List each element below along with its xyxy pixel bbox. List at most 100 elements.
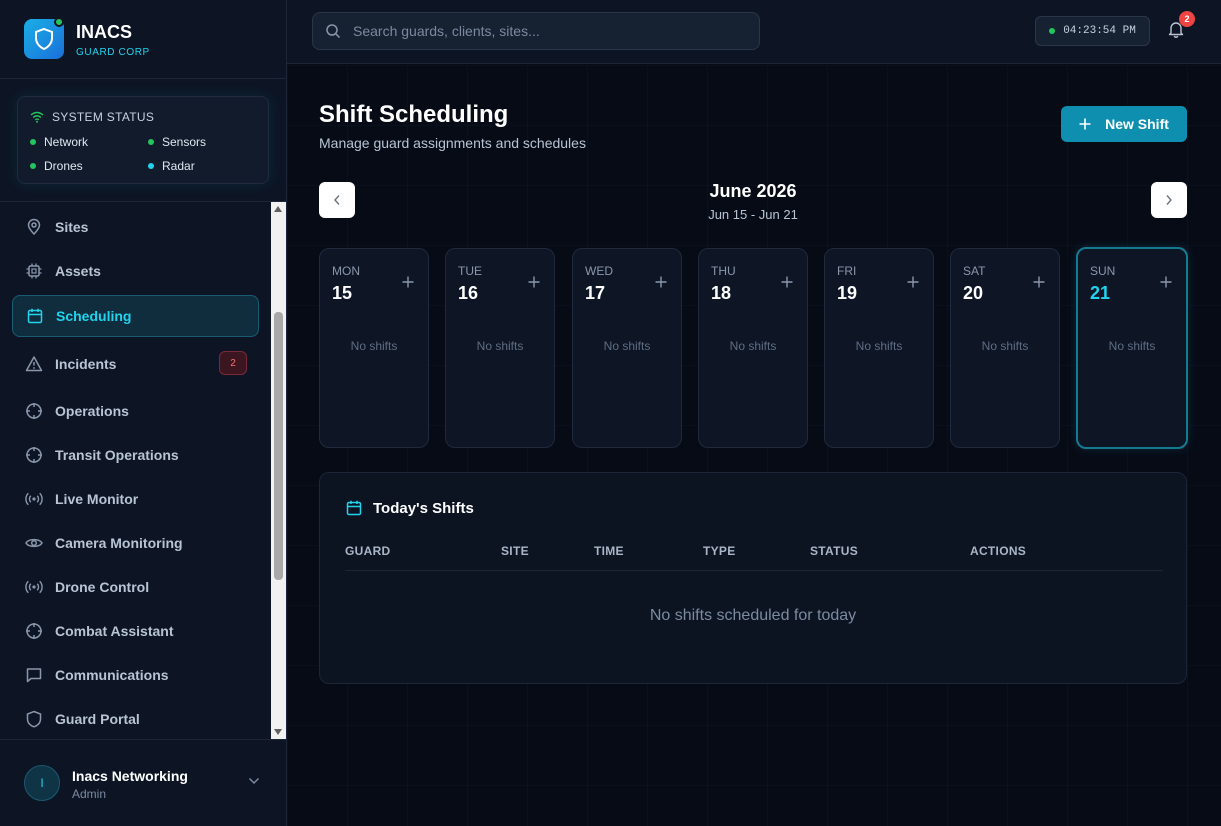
shield-icon	[26, 710, 42, 728]
scroll-thumb[interactable]	[274, 312, 283, 580]
search-input[interactable]	[353, 23, 733, 39]
sidebar-item-live-monitor[interactable]: Live Monitor	[12, 478, 259, 520]
day-card-sat[interactable]: SAT 20 No shifts	[950, 248, 1060, 448]
chevron-right-icon	[1166, 195, 1172, 205]
sidebar-item-guard-portal[interactable]: Guard Portal	[12, 698, 259, 739]
new-shift-label: New Shift	[1105, 116, 1169, 132]
crosshair-icon	[26, 447, 42, 463]
crosshair-icon	[26, 403, 42, 419]
sidebar: INACS GUARD CORP SYSTEM STATUS Network S…	[0, 0, 287, 826]
brand-header: INACS GUARD CORP	[0, 0, 286, 79]
sidebar-scrollbar[interactable]	[271, 202, 286, 739]
sidebar-item-label: Operations	[55, 403, 129, 419]
add-shift-plus-icon[interactable]	[781, 276, 793, 288]
next-week-button[interactable]	[1151, 182, 1187, 218]
column-header-status: STATUS	[810, 544, 859, 558]
day-card-sun[interactable]: SUN 21 No shifts	[1076, 247, 1188, 449]
system-status-label: SYSTEM STATUS	[52, 110, 155, 124]
sidebar-item-transit-operations[interactable]: Transit Operations	[12, 434, 259, 476]
prev-week-button[interactable]	[319, 182, 355, 218]
sidebar-item-incidents[interactable]: Incidents 2	[12, 343, 259, 385]
column-header-guard: GUARD	[345, 544, 391, 558]
sidebar-item-label: Guard Portal	[55, 711, 140, 727]
sidebar-item-label: Live Monitor	[55, 491, 139, 507]
sidebar-item-label: Transit Operations	[55, 447, 179, 463]
status-label: Radar	[162, 159, 195, 173]
new-shift-button[interactable]: New Shift	[1061, 106, 1187, 142]
sidebar-item-combat-assistant[interactable]: Combat Assistant	[12, 610, 259, 652]
chevron-down-icon[interactable]	[248, 777, 260, 785]
no-shifts-label: No shifts	[603, 339, 651, 353]
day-number: 19	[837, 283, 858, 303]
status-dot	[148, 163, 154, 169]
add-shift-plus-icon[interactable]	[655, 276, 667, 288]
sidebar-item-drone-control[interactable]: Drone Control	[12, 566, 259, 608]
sidebar-item-label: Incidents	[55, 356, 117, 372]
column-header-type: TYPE	[703, 544, 736, 558]
sidebar-item-label: Communications	[55, 667, 169, 683]
sidebar-item-communications[interactable]: Communications	[12, 654, 259, 696]
day-number: 15	[332, 283, 353, 303]
status-item-radar: Radar	[148, 159, 195, 173]
sidebar-item-label: Sites	[55, 219, 89, 235]
sidebar-item-camera-monitoring[interactable]: Camera Monitoring	[12, 522, 259, 564]
add-shift-plus-icon[interactable]	[528, 276, 540, 288]
no-shifts-label: No shifts	[476, 339, 524, 353]
day-number: 18	[711, 283, 732, 303]
sidebar-item-scheduling[interactable]: Scheduling	[12, 295, 259, 337]
day-card-wed[interactable]: WED 17 No shifts	[572, 248, 682, 448]
column-header-site: SITE	[501, 544, 529, 558]
no-shifts-label: No shifts	[855, 339, 903, 353]
wifi-icon	[30, 111, 44, 123]
status-item-network: Network	[30, 135, 88, 149]
sidebar-item-operations[interactable]: Operations	[12, 390, 259, 432]
notification-badge: 2	[1179, 11, 1195, 27]
no-shifts-label: No shifts	[981, 339, 1029, 353]
no-shifts-label: No shifts	[1108, 339, 1156, 353]
day-card-tue[interactable]: TUE 16 No shifts	[445, 248, 555, 448]
scroll-down-arrow-icon[interactable]	[274, 729, 282, 735]
chip-icon	[26, 263, 42, 279]
todays-shifts-title: Today's Shifts	[345, 499, 474, 517]
brand-name: INACS	[76, 22, 133, 42]
plus-icon	[1079, 118, 1091, 130]
calendar-icon	[346, 500, 362, 516]
day-number: 20	[963, 283, 984, 303]
user-role: Admin	[72, 787, 107, 801]
day-name: FRI	[837, 264, 857, 278]
scroll-up-arrow-icon[interactable]	[274, 206, 282, 212]
day-card-fri[interactable]: FRI 19 No shifts	[824, 248, 934, 448]
clock-display: 04:23:54 PM	[1035, 16, 1150, 46]
brand-subtitle: GUARD CORP	[76, 47, 150, 58]
calendar-icon	[27, 308, 43, 324]
column-header-actions: ACTIONS	[970, 544, 1027, 558]
page-title: Shift Scheduling	[319, 101, 509, 128]
status-item-drones: Drones	[30, 159, 83, 173]
day-card-mon[interactable]: MON 15 No shifts	[319, 248, 429, 448]
sidebar-item-sites[interactable]: Sites	[12, 206, 259, 248]
day-name: MON	[332, 264, 360, 278]
day-name: WED	[585, 264, 613, 278]
sidebar-item-label: Drone Control	[55, 579, 150, 595]
clock-status-dot	[1049, 28, 1056, 34]
day-name: TUE	[458, 264, 482, 278]
add-shift-plus-icon[interactable]	[1160, 276, 1172, 288]
user-menu[interactable]: I Inacs Networking Admin	[0, 739, 286, 826]
status-label: Network	[44, 135, 89, 149]
day-number: 17	[585, 283, 606, 303]
day-name: SAT	[963, 264, 986, 278]
sidebar-nav: Sites Assets Scheduling Incidents 2 Oper…	[0, 202, 270, 739]
day-card-thu[interactable]: THU 18 No shifts	[698, 248, 808, 448]
add-shift-plus-icon[interactable]	[907, 276, 919, 288]
status-item-sensors: Sensors	[148, 135, 206, 149]
online-indicator	[54, 17, 64, 27]
add-shift-plus-icon[interactable]	[1033, 276, 1045, 288]
status-label: Sensors	[162, 135, 207, 149]
add-shift-plus-icon[interactable]	[402, 276, 414, 288]
clock-time: 04:23:54 PM	[1063, 25, 1136, 37]
no-shifts-label: No shifts	[729, 339, 777, 353]
avatar: I	[24, 765, 60, 801]
search-box[interactable]	[312, 12, 760, 50]
sidebar-item-assets[interactable]: Assets	[12, 250, 259, 292]
status-dot	[30, 163, 36, 169]
